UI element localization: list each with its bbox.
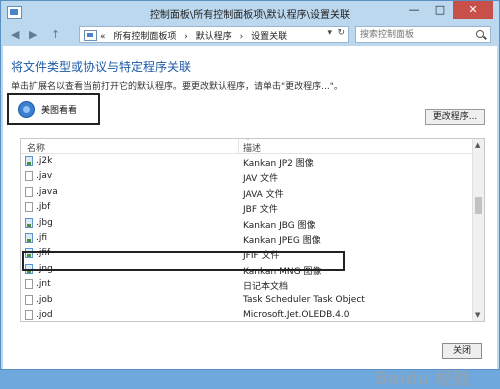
current-program: 美图看看 [7, 93, 100, 125]
list-item[interactable]: .job Task Scheduler Task Object [21, 293, 474, 308]
back-button[interactable]: ◀ [11, 28, 19, 41]
breadcrumb-separator: › [184, 32, 188, 42]
file-icon [25, 279, 33, 290]
scroll-down-icon[interactable]: ▼ [475, 311, 480, 319]
selection-highlight-frame [22, 251, 345, 271]
list-item[interactable]: .jfi Kankan JPEG 图像 [21, 231, 474, 246]
breadcrumb-overflow[interactable]: « [100, 32, 106, 42]
file-icon [25, 171, 33, 182]
maximize-button[interactable]: □ [427, 1, 453, 19]
file-icon [25, 309, 33, 320]
list-item[interactable]: .jnt 日记本文档 [21, 277, 474, 292]
file-icon [25, 186, 33, 197]
file-type-description: JBF 文件 [243, 205, 278, 216]
column-divider[interactable] [238, 139, 239, 153]
file-type-description: Kankan JP2 图像 [243, 159, 314, 169]
content-panel: 将文件类型或协议与特定程序关联 单击扩展名以查看当前打开它的默认程序。要更改默认… [3, 46, 497, 389]
file-extension: .jbg [36, 217, 53, 228]
scroll-up-icon[interactable]: ▲ [475, 141, 480, 149]
breadcrumb-all-items[interactable]: 所有控制面板项 [113, 32, 176, 42]
vertical-scrollbar[interactable]: ▲ ▼ [472, 139, 484, 321]
sort-indicator-icon: ˄ [246, 138, 250, 146]
close-button[interactable]: 关闭 [442, 343, 482, 359]
title-bar: 控制面板\所有控制面板项\默认程序\设置关联 — □ ✕ [1, 1, 499, 25]
file-type-description: Task Scheduler Task Object [243, 294, 365, 305]
up-button[interactable]: ↑ [51, 28, 60, 41]
list-item[interactable]: .java JAVA 文件 [21, 185, 474, 200]
file-extension: .jnt [36, 279, 51, 290]
breadcrumb-separator: › [239, 32, 244, 42]
navigation-bar: ◀ ▶ ↑ « 所有控制面板项 › 默认程序 › 设置关联 ▾ ↻ [9, 25, 491, 45]
scrollbar-thumb[interactable] [475, 197, 482, 214]
file-type-description: JAV 文件 [243, 174, 279, 185]
search-input[interactable] [360, 28, 468, 41]
control-panel-icon [84, 30, 97, 41]
address-dropdown-button[interactable]: ▾ [327, 28, 332, 38]
breadcrumb-default-programs[interactable]: 默认程序 [196, 32, 232, 42]
file-icon [25, 294, 33, 305]
list-item[interactable]: .j2k Kankan JP2 图像 [21, 154, 474, 169]
search-icon[interactable] [476, 30, 484, 38]
file-extension: .j2k [36, 156, 53, 166]
list-item[interactable]: .jod Microsoft.Jet.OLEDB.4.0 [21, 308, 474, 321]
address-bar[interactable]: « 所有控制面板项 › 默认程序 › 设置关联 ▾ ↻ [79, 26, 349, 43]
file-type-description: 日记本文档 [243, 282, 289, 293]
file-extension: .java [36, 186, 58, 197]
minimize-button[interactable]: — [401, 1, 427, 19]
file-extension: .jod [36, 309, 53, 320]
image-file-icon [25, 217, 33, 228]
meitu-kankan-icon [18, 101, 35, 118]
file-type-description: Kankan JBG 图像 [243, 220, 316, 231]
forward-button[interactable]: ▶ [29, 28, 37, 41]
file-extension: .jfi [36, 232, 48, 243]
page-title: 将文件类型或协议与特定程序关联 [11, 60, 192, 74]
breadcrumb: « 所有控制面板项 › 默认程序 › 设置关联 [100, 29, 292, 42]
file-type-description: Kankan JPEG 图像 [243, 235, 321, 246]
file-type-list[interactable]: 名称 描述 ˄ .j2k Kankan JP2 图像 .jav JAV 文件 .java… [20, 138, 485, 322]
list-item[interactable]: .jbg Kankan JBG 图像 [21, 216, 474, 231]
window-controls: — □ ✕ [401, 1, 493, 19]
list-header: 名称 描述 ˄ [21, 139, 474, 154]
search-box[interactable] [355, 26, 491, 43]
list-rows: .j2k Kankan JP2 图像 .jav JAV 文件 .java JAVA 文件.… [21, 154, 474, 321]
window: 控制面板\所有控制面板项\默认程序\设置关联 — □ ✕ ◀ ▶ ↑ « 所有控… [0, 0, 500, 389]
file-extension: .jbf [36, 202, 51, 213]
file-extension: .job [36, 294, 53, 305]
column-header-name[interactable]: 名称 [27, 141, 45, 154]
close-window-button[interactable]: ✕ [453, 1, 493, 19]
image-file-icon [25, 156, 33, 166]
image-file-icon [25, 232, 33, 243]
change-program-button[interactable]: 更改程序... [425, 109, 485, 125]
file-icon [25, 202, 33, 213]
file-type-description: JAVA 文件 [243, 189, 284, 200]
page-description: 单击扩展名以查看当前打开它的默认程序。要更改默认程序，请单击"更改程序..."。 [11, 82, 343, 92]
watermark: Baidu 经验 [375, 369, 470, 389]
file-extension: .jav [36, 171, 53, 182]
list-item[interactable]: .jbf JBF 文件 [21, 200, 474, 215]
refresh-button[interactable]: ↻ [337, 28, 345, 38]
list-item[interactable]: .jav JAV 文件 [21, 169, 474, 184]
current-program-name: 美图看看 [41, 106, 78, 116]
breadcrumb-set-associations[interactable]: 设置关联 [251, 32, 287, 42]
file-type-description: Microsoft.Jet.OLEDB.4.0 [243, 309, 350, 320]
